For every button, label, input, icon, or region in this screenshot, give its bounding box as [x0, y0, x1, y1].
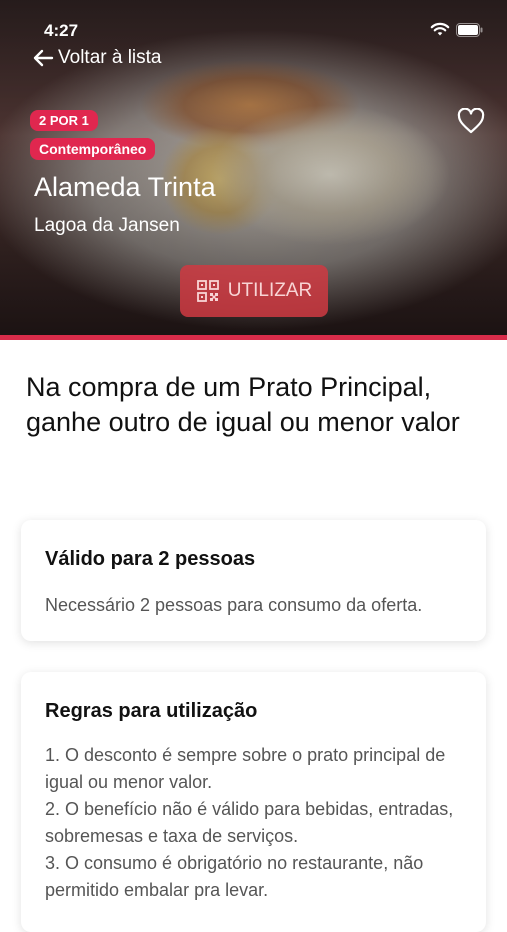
rule-item: 2. O benefício não é válido para bebidas…	[45, 799, 454, 846]
offer-headline: Na compra de um Prato Principal, ganhe o…	[26, 372, 460, 437]
back-label: Voltar à lista	[58, 47, 162, 68]
status-icons	[430, 22, 483, 37]
rules-list: 1. O desconto é sempre sobre o prato pri…	[45, 742, 475, 904]
use-offer-button[interactable]: UTILIZAR	[180, 265, 328, 317]
validity-card: Válido para 2 pessoas Necessário 2 pesso…	[21, 520, 486, 641]
wifi-icon	[430, 22, 450, 36]
use-offer-label: UTILIZAR	[227, 280, 313, 301]
heart-icon	[457, 107, 485, 134]
validity-text: Necessário 2 pessoas para consumo da ofe…	[45, 595, 423, 615]
battery-icon	[456, 22, 483, 37]
restaurant-name: Alameda Trinta	[34, 172, 216, 202]
rule-item: 3. O consumo é obrigatório no restaurant…	[45, 853, 424, 900]
offer-details: Na compra de um Prato Principal, ganhe o…	[0, 340, 507, 932]
restaurant-location: Lagoa da Jansen	[34, 215, 180, 236]
favorite-button[interactable]	[457, 107, 485, 139]
arrow-left-icon	[33, 49, 54, 67]
status-time: 4:27	[44, 21, 79, 40]
restaurant-hero-image: 4:27 Voltar à lista 2 POR 1 Contemporâne…	[0, 0, 507, 338]
offer-badge: 2 POR 1	[30, 110, 98, 131]
qr-code-icon	[196, 280, 219, 302]
validity-title: Válido para 2 pessoas	[45, 548, 256, 570]
rules-title: Regras para utilização	[45, 700, 258, 722]
back-to-list-button[interactable]: Voltar à lista	[32, 47, 162, 69]
accent-divider	[0, 335, 507, 340]
category-badge: Contemporâneo	[30, 138, 156, 160]
rule-item: 1. O desconto é sempre sobre o prato pri…	[45, 745, 446, 792]
rules-card: Regras para utilização 1. O desconto é s…	[21, 672, 486, 932]
